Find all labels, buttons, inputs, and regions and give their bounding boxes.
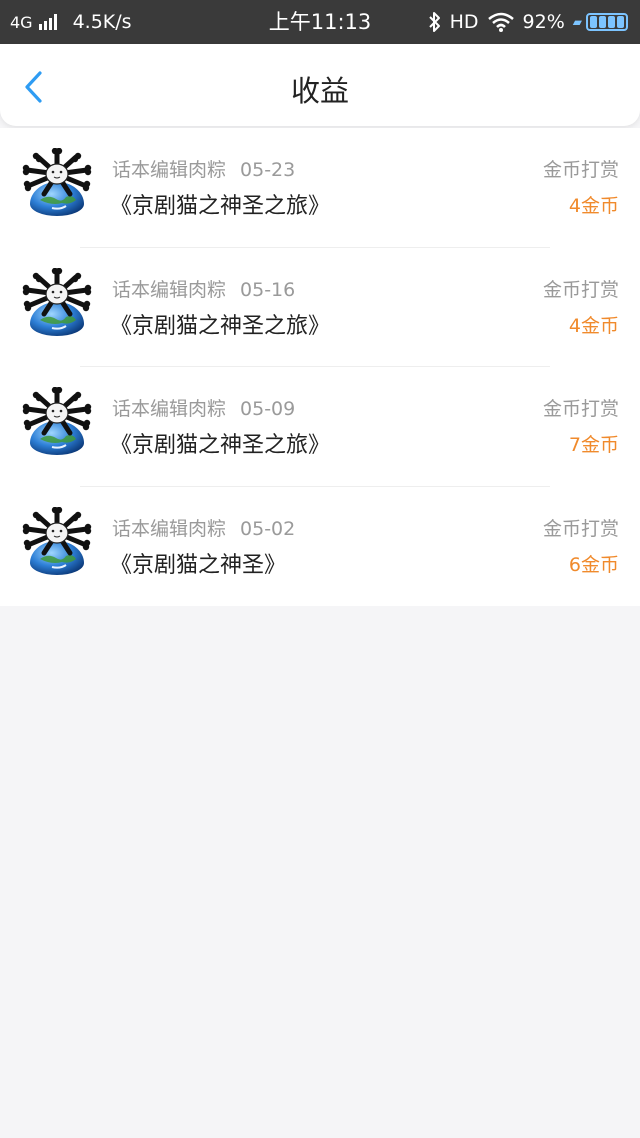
bluetooth-icon — [428, 11, 442, 33]
avatar — [22, 507, 92, 579]
list-item[interactable]: 话本编辑肉粽 05-16 《京剧猫之神圣之旅》 金币打赏 4金币 — [0, 248, 640, 367]
list-item[interactable]: 话本编辑肉粽 05-09 《京剧猫之神圣之旅》 金币打赏 7金币 — [0, 367, 640, 487]
reward-amount: 4金币 — [568, 195, 619, 217]
work-title: 《京剧猫之神圣之旅》 — [110, 433, 331, 458]
signal-icon — [38, 14, 59, 30]
avatar — [22, 268, 92, 340]
battery-percent: 92% — [522, 11, 565, 33]
work-title: 《京剧猫之神圣》 — [110, 552, 287, 578]
wifi-icon — [487, 11, 515, 33]
hd-label: HD — [449, 11, 479, 33]
network-type: 4G — [10, 12, 33, 32]
reward-type: 金币打赏 — [542, 278, 619, 301]
work-title: 《京剧猫之神圣之旅》 — [110, 194, 331, 219]
status-left: 4G 4.5K/s — [10, 0, 132, 44]
reward-amount: 4金币 — [568, 314, 619, 337]
reward-type: 金币打赏 — [542, 159, 619, 181]
list-item[interactable]: 话本编辑肉粽 05-23 《京剧猫之神圣之旅》 金币打赏 4金币 — [0, 128, 640, 248]
author-name: 话本编辑肉粽 — [112, 398, 227, 420]
list-item[interactable]: 话本编辑肉粽 05-02 《京剧猫之神圣》 金币打赏 6金币 — [0, 487, 640, 607]
item-date: 05-16 — [240, 278, 296, 301]
status-bar: 4G 4.5K/s 上午11:13 HD 92% ▰ — [0, 0, 640, 44]
avatar — [22, 148, 92, 220]
work-title: 《京剧猫之神圣之旅》 — [110, 313, 331, 339]
author-name: 话本编辑肉粽 — [112, 159, 227, 181]
item-date: 05-09 — [240, 398, 296, 420]
avatar — [22, 387, 92, 459]
earnings-list: 话本编辑肉粽 05-23 《京剧猫之神圣之旅》 金币打赏 4金币 话本编辑肉粽 05… — [0, 128, 640, 606]
status-right: HD 92% ▰ — [420, 0, 628, 44]
battery-icon: ▰ — [573, 13, 628, 31]
item-date: 05-23 — [240, 159, 296, 181]
nav-bar: 收益 — [0, 44, 640, 126]
reward-amount: 6金币 — [568, 553, 619, 576]
reward-amount: 7金币 — [568, 434, 619, 456]
item-date: 05-02 — [240, 517, 296, 540]
author-name: 话本编辑肉粽 — [112, 278, 227, 301]
network-speed: 4.5K/s — [72, 11, 132, 33]
reward-type: 金币打赏 — [542, 517, 619, 540]
reward-type: 金币打赏 — [542, 398, 619, 420]
page-title: 收益 — [290, 74, 349, 108]
author-name: 话本编辑肉粽 — [112, 517, 227, 540]
